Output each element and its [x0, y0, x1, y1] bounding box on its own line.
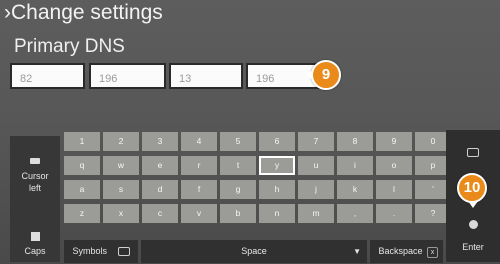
- key-a[interactable]: a: [64, 180, 100, 199]
- keyboard-side-panel: Cursor left Caps: [10, 136, 60, 262]
- key-8[interactable]: 8: [337, 132, 373, 151]
- key-d[interactable]: d: [142, 180, 178, 199]
- key-punct[interactable]: ,: [337, 204, 373, 223]
- space-key[interactable]: Space ▼: [141, 240, 367, 263]
- cursor-left-key[interactable]: Cursor left: [10, 158, 60, 194]
- key-9[interactable]: 9: [376, 132, 412, 151]
- key-y[interactable]: y: [259, 156, 295, 175]
- x-icon: x: [427, 247, 438, 258]
- key-z[interactable]: z: [64, 204, 100, 223]
- key-s[interactable]: s: [103, 180, 139, 199]
- caps-key[interactable]: Caps: [10, 232, 60, 256]
- key-q[interactable]: q: [64, 156, 100, 175]
- caps-icon: [30, 232, 40, 241]
- chevron-down-icon: ▼: [353, 247, 361, 256]
- key-f[interactable]: f: [181, 180, 217, 199]
- emoji-key[interactable]: [446, 130, 500, 178]
- key-m[interactable]: m: [298, 204, 334, 223]
- key-u[interactable]: u: [298, 156, 334, 175]
- key-c[interactable]: c: [142, 204, 178, 223]
- key-w[interactable]: w: [103, 156, 139, 175]
- emoji-icon: [467, 148, 479, 157]
- symbols-key[interactable]: Symbols: [64, 240, 138, 263]
- key-2[interactable]: 2: [103, 132, 139, 151]
- backspace-key[interactable]: Backspace x: [370, 240, 443, 263]
- enter-key[interactable]: Enter: [446, 212, 500, 262]
- key-6[interactable]: 6: [259, 132, 295, 151]
- key-i[interactable]: i: [337, 156, 373, 175]
- callout-badge: 10: [457, 173, 487, 208]
- key-1[interactable]: 1: [64, 132, 100, 151]
- key-punct[interactable]: .: [376, 204, 412, 223]
- key-b[interactable]: b: [220, 204, 256, 223]
- cursor-left-icon: [30, 158, 40, 164]
- dns-octet-2[interactable]: 196: [89, 63, 166, 89]
- callout-badge: 9: [306, 60, 341, 90]
- field-label: Primary DNS: [14, 36, 125, 57]
- key-4[interactable]: 4: [181, 132, 217, 151]
- key-v[interactable]: v: [181, 204, 217, 223]
- key-j[interactable]: j: [298, 180, 334, 199]
- key-k[interactable]: k: [337, 180, 373, 199]
- dns-octet-3[interactable]: 13: [169, 63, 243, 89]
- dns-octet-1[interactable]: 82: [10, 63, 85, 89]
- key-5[interactable]: 5: [220, 132, 256, 151]
- page-title: ›Change settings: [4, 1, 163, 24]
- on-screen-keyboard: Cursor left Caps 1234567890qwertyuiopasd…: [10, 128, 500, 264]
- key-x[interactable]: x: [103, 204, 139, 223]
- key-n[interactable]: n: [259, 204, 295, 223]
- key-e[interactable]: e: [142, 156, 178, 175]
- key-3[interactable]: 3: [142, 132, 178, 151]
- chevron-right-icon: ›: [4, 1, 11, 24]
- key-o[interactable]: o: [376, 156, 412, 175]
- key-r[interactable]: r: [181, 156, 217, 175]
- key-h[interactable]: h: [259, 180, 295, 199]
- enter-icon: [469, 220, 478, 229]
- key-7[interactable]: 7: [298, 132, 334, 151]
- key-l[interactable]: l: [376, 180, 412, 199]
- key-g[interactable]: g: [220, 180, 256, 199]
- symbols-icon: [117, 247, 130, 257]
- key-t[interactable]: t: [220, 156, 256, 175]
